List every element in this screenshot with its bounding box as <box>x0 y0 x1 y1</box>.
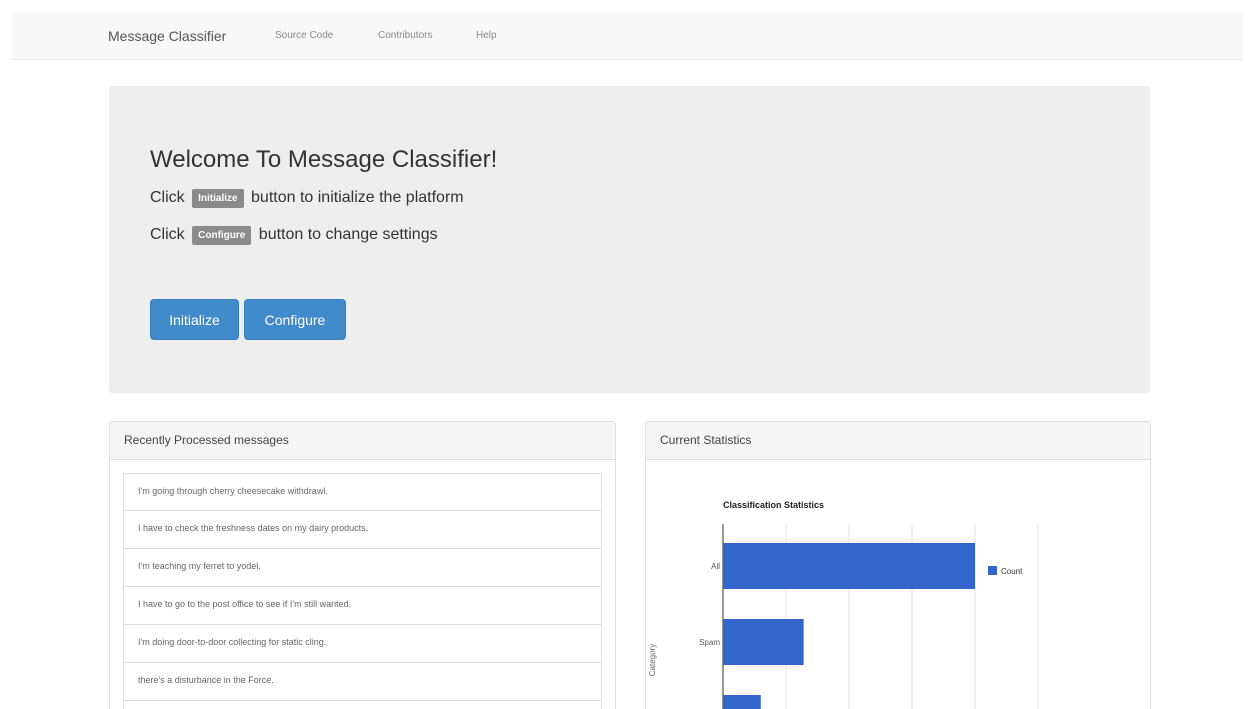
chart-title: Classification Statistics <box>723 500 824 510</box>
list-item[interactable]: I'm teaching my ferret to yodel. <box>123 549 602 587</box>
instruction-suffix: button to initialize the platform <box>251 189 464 206</box>
recent-messages-panel: Recently Processed messages I'm going th… <box>109 421 616 709</box>
configure-key-badge: Configure <box>192 226 252 245</box>
chart-bar[interactable] <box>723 543 975 589</box>
list-item[interactable]: there's a disturbance in the Force. <box>123 663 602 701</box>
instruction-initialize: Click Initialize button to initialize th… <box>150 189 464 208</box>
legend-entry: Count <box>1001 567 1023 576</box>
chart-bar[interactable] <box>723 619 804 665</box>
chart-category-label: All <box>711 562 720 571</box>
chart-category-labels: All Spam <box>699 562 720 647</box>
message-list: I'm going through cherry cheesecake with… <box>123 473 602 709</box>
initialize-button[interactable]: Initialize <box>150 299 239 340</box>
statistics-heading: Current Statistics <box>646 422 1150 460</box>
classification-chart: Classification Statistics Category All Sp… <box>648 500 1039 709</box>
welcome-title: Welcome To Message Classifier! <box>150 146 498 173</box>
configure-button[interactable]: Configure <box>244 299 346 340</box>
list-item[interactable] <box>123 701 602 709</box>
legend-swatch <box>988 566 997 575</box>
instruction-prefix: Click <box>150 189 185 206</box>
chart-bar[interactable] <box>723 695 761 709</box>
instruction-prefix: Click <box>150 226 185 243</box>
recent-messages-heading: Recently Processed messages <box>110 422 615 460</box>
welcome-jumbotron: Welcome To Message Classifier! Click Ini… <box>109 86 1150 393</box>
list-item[interactable]: I'm going through cherry cheesecake with… <box>123 473 602 511</box>
navbar-brand[interactable]: Message Classifier <box>108 28 226 44</box>
chart-y-axis-label: Category <box>648 644 657 676</box>
navbar: Message Classifier Source Code Contribut… <box>12 12 1243 60</box>
initialize-key-badge: Initialize <box>192 189 244 208</box>
nav-link-help[interactable]: Help <box>476 30 497 41</box>
nav-link-contributors[interactable]: Contributors <box>378 30 432 41</box>
list-item[interactable]: I'm doing door-to-door collecting for st… <box>123 625 602 663</box>
statistics-panel: Current Statistics Classification Statis… <box>645 421 1151 709</box>
list-item[interactable]: I have to go to the post office to see i… <box>123 587 602 625</box>
list-item[interactable]: I have to check the freshness dates on m… <box>123 511 602 549</box>
chart-category-label: Spam <box>699 638 720 647</box>
nav-link-source-code[interactable]: Source Code <box>275 30 333 41</box>
instruction-configure: Click Configure button to change setting… <box>150 226 438 245</box>
instruction-suffix: button to change settings <box>258 226 438 243</box>
